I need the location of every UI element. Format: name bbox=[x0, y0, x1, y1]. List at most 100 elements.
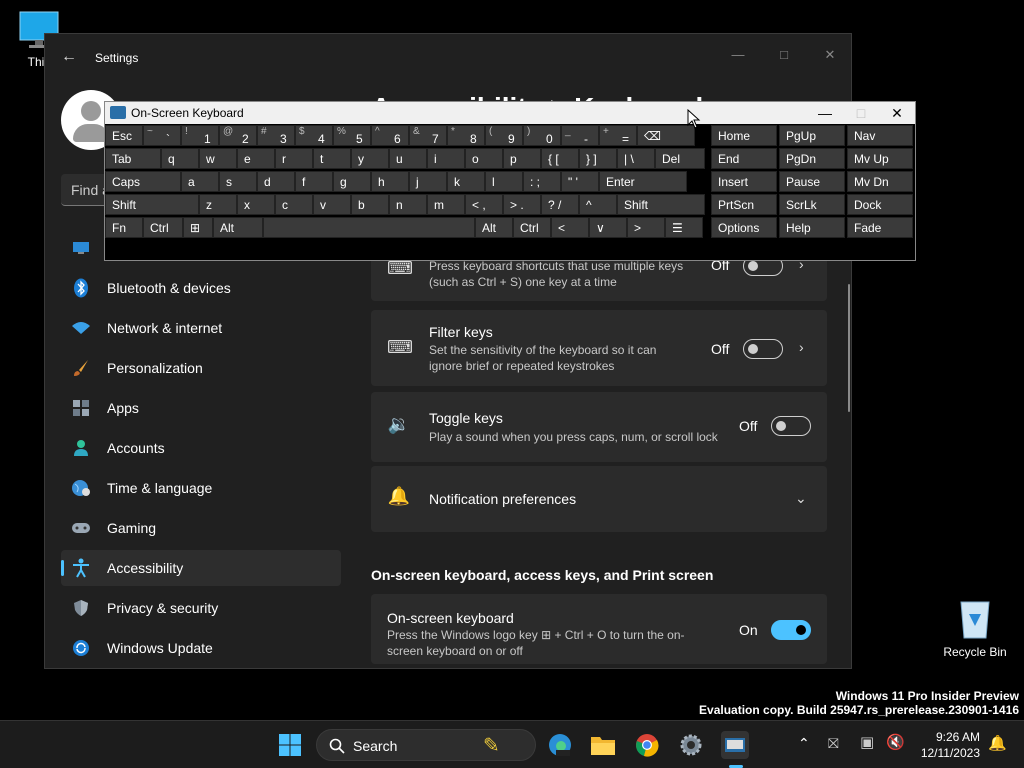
osk-key[interactable]: e bbox=[237, 148, 275, 169]
recycle-bin-shortcut[interactable]: Recycle Bin bbox=[940, 596, 1010, 659]
osk-key[interactable]: | \ bbox=[617, 148, 655, 169]
notification-bell-icon[interactable]: 🔔 bbox=[988, 734, 1007, 752]
osk-key[interactable]: } ] bbox=[579, 148, 617, 169]
osk-key[interactable]: y bbox=[351, 148, 389, 169]
osk-key[interactable]: Enter bbox=[599, 171, 687, 192]
osk-key[interactable]: p bbox=[503, 148, 541, 169]
sidebar-item-windows-update[interactable]: Windows Update bbox=[61, 630, 341, 666]
osk-close-button[interactable]: ✕ bbox=[879, 102, 915, 124]
sidebar-item-accounts[interactable]: Accounts bbox=[61, 430, 341, 466]
sidebar-item-apps[interactable]: Apps bbox=[61, 390, 341, 426]
toggle-keys-toggle[interactable] bbox=[771, 416, 811, 436]
osk-titlebar[interactable]: On-Screen Keyboard — □ ✕ bbox=[105, 102, 915, 124]
osk-key[interactable]: ) 0 bbox=[523, 125, 561, 146]
osk-key[interactable]: j bbox=[409, 171, 447, 192]
osk-key[interactable]: x bbox=[237, 194, 275, 215]
osk-key[interactable]: g bbox=[333, 171, 371, 192]
osk-key[interactable]: Shift bbox=[105, 194, 199, 215]
scrollbar[interactable] bbox=[848, 284, 850, 412]
osk-nav-key[interactable]: PrtScn bbox=[711, 194, 777, 215]
osk-key[interactable]: s bbox=[219, 171, 257, 192]
osk-nav-key[interactable]: Options bbox=[711, 217, 777, 238]
network-disconnected-icon[interactable]: ⛝ bbox=[828, 735, 839, 752]
osk-key[interactable]: b bbox=[351, 194, 389, 215]
osk-key[interactable]: #3 bbox=[257, 125, 295, 146]
osk-nav-key[interactable]: PgUp bbox=[779, 125, 845, 146]
osk-key[interactable]: > bbox=[627, 217, 665, 238]
osk-nav-key[interactable]: Nav bbox=[847, 125, 913, 146]
osk-nav-key[interactable]: ScrLk bbox=[779, 194, 845, 215]
chevron-up-icon[interactable]: ⌃ bbox=[798, 735, 810, 752]
maximize-button[interactable]: □ bbox=[761, 40, 807, 70]
settings-taskbar-button[interactable] bbox=[677, 731, 705, 759]
osk-key-space[interactable] bbox=[263, 217, 475, 238]
osk-key[interactable]: ^ 6 bbox=[371, 125, 409, 146]
sidebar-item-bluetooth[interactable]: Bluetooth & devices bbox=[61, 270, 341, 306]
filter-keys-toggle[interactable] bbox=[743, 339, 783, 359]
on-screen-keyboard-card[interactable]: On-screen keyboard Press the Windows log… bbox=[371, 594, 827, 664]
osk-key[interactable]: v bbox=[313, 194, 351, 215]
osk-key[interactable]: h bbox=[371, 171, 409, 192]
osk-key[interactable]: _ - bbox=[561, 125, 599, 146]
osk-key[interactable]: f bbox=[295, 171, 333, 192]
osk-key[interactable]: i bbox=[427, 148, 465, 169]
osk-key[interactable]: ? / bbox=[541, 194, 579, 215]
start-button[interactable] bbox=[276, 731, 304, 759]
osk-nav-key[interactable]: Insert bbox=[711, 171, 777, 192]
osk-nav-key[interactable]: Home bbox=[711, 125, 777, 146]
toggle-keys-card[interactable]: 🔉 Toggle keys Play a sound when you pres… bbox=[371, 392, 827, 462]
osk-key[interactable]: ^ bbox=[579, 194, 617, 215]
osk-nav-key[interactable]: Mv Up bbox=[847, 148, 913, 169]
osk-key[interactable]: Tab bbox=[105, 148, 161, 169]
osk-maximize-button[interactable]: □ bbox=[843, 102, 879, 124]
osk-key[interactable]: + = bbox=[599, 125, 637, 146]
osk-key[interactable]: k bbox=[447, 171, 485, 192]
osk-key[interactable]: t bbox=[313, 148, 351, 169]
osk-key[interactable]: Caps bbox=[105, 171, 181, 192]
notification-preferences-card[interactable]: 🔔 Notification preferences ⌄ bbox=[371, 466, 827, 532]
osk-key[interactable]: u bbox=[389, 148, 427, 169]
osk-key[interactable]: Shift bbox=[617, 194, 705, 215]
osk-key[interactable]: : ; bbox=[523, 171, 561, 192]
osk-key[interactable]: d bbox=[257, 171, 295, 192]
on-screen-keyboard-toggle[interactable] bbox=[771, 620, 811, 640]
minimize-button[interactable]: — bbox=[715, 40, 761, 70]
osk-nav-key[interactable]: PgDn bbox=[779, 148, 845, 169]
osk-key[interactable]: q bbox=[161, 148, 199, 169]
osk-key[interactable]: < , bbox=[465, 194, 503, 215]
osk-key[interactable]: Fn bbox=[105, 217, 143, 238]
chrome-button[interactable] bbox=[633, 731, 661, 759]
sidebar-item-network[interactable]: Network & internet bbox=[61, 310, 341, 346]
osk-key[interactable]: r bbox=[275, 148, 313, 169]
edge-beta-button[interactable] bbox=[546, 731, 574, 759]
osk-key[interactable]: a bbox=[181, 171, 219, 192]
close-button[interactable]: ✕ bbox=[807, 40, 851, 70]
on-screen-keyboard-window[interactable]: On-Screen Keyboard — □ ✕ Esc ~ `! 1 @2 #3 $4% 5… bbox=[104, 101, 916, 261]
settings-titlebar[interactable]: ← Settings — □ ✕ bbox=[45, 34, 851, 82]
osk-key[interactable]: z bbox=[199, 194, 237, 215]
osk-key[interactable]: w bbox=[199, 148, 237, 169]
display-icon[interactable]: ▣ bbox=[860, 733, 874, 751]
osk-key[interactable]: & 7 bbox=[409, 125, 447, 146]
osk-key-esc[interactable]: Esc bbox=[105, 125, 143, 146]
chevron-right-icon[interactable]: › bbox=[799, 339, 804, 355]
osk-key[interactable]: ~ ` bbox=[143, 125, 181, 146]
osk-taskbar-button[interactable] bbox=[721, 731, 749, 759]
osk-nav-key[interactable]: Help bbox=[779, 217, 845, 238]
sidebar-item-accessibility[interactable]: Accessibility bbox=[61, 550, 341, 586]
osk-key[interactable]: Ctrl bbox=[513, 217, 551, 238]
osk-nav-key[interactable]: Fade bbox=[847, 217, 913, 238]
osk-key[interactable]: % 5 bbox=[333, 125, 371, 146]
osk-key[interactable]: Ctrl bbox=[143, 217, 183, 238]
sidebar-item-time-language[interactable]: Time & language bbox=[61, 470, 341, 506]
osk-key[interactable]: ⊞ bbox=[183, 217, 213, 238]
chevron-down-icon[interactable]: ⌄ bbox=[795, 490, 807, 507]
file-explorer-button[interactable] bbox=[589, 731, 617, 759]
back-arrow-icon[interactable]: ← bbox=[61, 48, 81, 68]
sidebar-item-personalization[interactable]: Personalization bbox=[61, 350, 341, 386]
osk-key[interactable]: Alt bbox=[213, 217, 263, 238]
osk-nav-key[interactable]: Dock bbox=[847, 194, 913, 215]
osk-key[interactable]: $4 bbox=[295, 125, 333, 146]
taskbar-clock[interactable]: 9:26 AM 12/11/2023 bbox=[910, 729, 980, 761]
osk-nav-key[interactable]: End bbox=[711, 148, 777, 169]
